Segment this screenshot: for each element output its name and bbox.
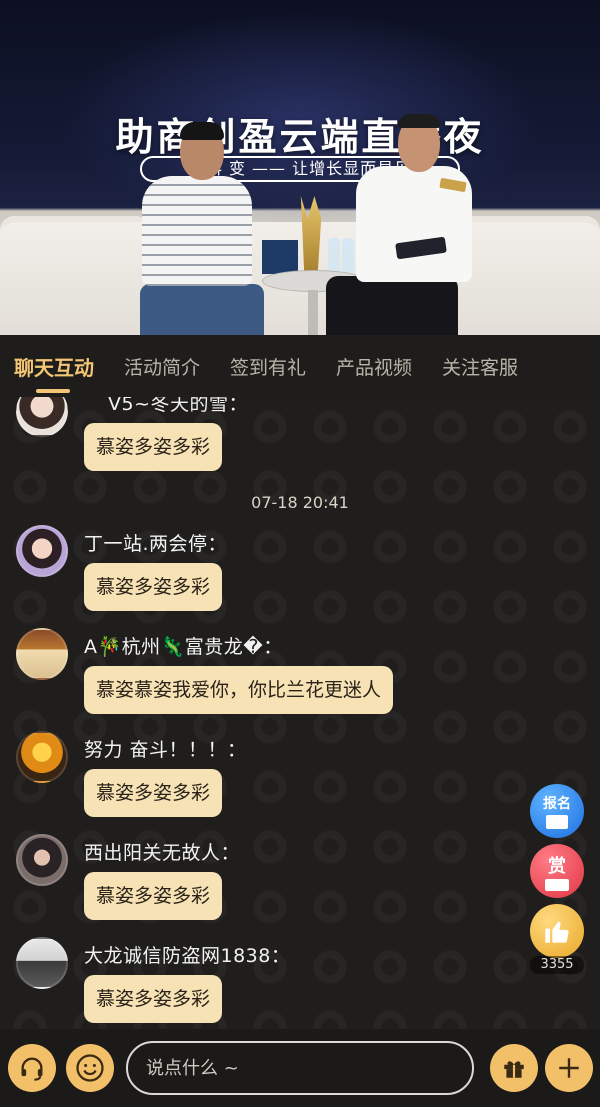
stage-banner-title: 助商创盈云端直播夜: [115, 115, 485, 159]
form-icon: [546, 815, 568, 829]
chat-bubble: 慕姿多姿多彩: [84, 769, 223, 817]
chat-input[interactable]: [126, 1041, 474, 1095]
bottom-input-bar: [0, 1029, 600, 1107]
chat-bubble: 慕姿多姿多彩: [84, 423, 223, 471]
signup-label: 报名: [543, 796, 571, 812]
chat-nickname: 西出阳关无故人：: [84, 842, 241, 864]
chat-nickname: V5~冬天的雪：: [108, 397, 249, 415]
reward-label: 赏: [548, 855, 566, 877]
headset-icon: [21, 1057, 43, 1081]
tab-active-indicator: [36, 389, 70, 393]
chat-nickname: A🎋杭州🦎富贵龙�：: [84, 636, 283, 658]
user-avatar[interactable]: [16, 834, 68, 886]
tab-chat[interactable]: 聊天互动: [14, 352, 94, 381]
smiley-icon: [76, 1054, 104, 1082]
gift-icon: [504, 1061, 524, 1078]
user-avatar[interactable]: [16, 937, 68, 989]
customer-service-button[interactable]: [8, 1044, 56, 1092]
tab-follow-service[interactable]: 关注客服: [442, 353, 518, 380]
chat-bubble: 慕姿多姿多彩: [84, 975, 223, 1023]
live-video-player[interactable]: 助商创盈云端直播夜 盈科 变 —— 让增长显而易见: [0, 0, 600, 335]
chat-list[interactable]: V5~冬天的雪： 慕姿多姿多彩 07-18 20:41 丁一站.两会停： 慕姿多…: [0, 397, 600, 1029]
gift-button[interactable]: [490, 1044, 538, 1092]
chat-bubble: 慕姿慕姿我爱你，你比兰花更迷人: [84, 666, 394, 714]
coffee-table-leg: [308, 290, 318, 335]
more-button[interactable]: [545, 1044, 593, 1092]
guest-hair: [180, 122, 224, 140]
like-count: 3355: [530, 956, 584, 974]
display-stand: [262, 240, 298, 274]
chat-bubble: 慕姿多姿多彩: [84, 563, 223, 611]
chat-nickname: 大龙诚信防盗网1838：: [84, 945, 291, 967]
emoji-button[interactable]: [66, 1044, 114, 1092]
host-legs: [326, 276, 458, 335]
guest-shirt: [142, 176, 252, 286]
chat-nickname: 努力 奋斗！！！：: [84, 739, 247, 761]
host-hair: [398, 114, 440, 128]
gift-box-icon: [545, 878, 569, 891]
user-avatar[interactable]: [16, 525, 68, 577]
user-avatar[interactable]: [16, 397, 68, 437]
signup-button[interactable]: 报名: [530, 784, 584, 838]
tab-bar: 聊天互动 活动简介 签到有礼 产品视频 关注客服: [0, 335, 600, 397]
chat-timestamp: 07-18 20:41: [251, 493, 349, 512]
guest-legs: [140, 284, 264, 335]
thumbs-up-icon: [545, 921, 569, 943]
tab-checkin-gift[interactable]: 签到有礼: [230, 353, 306, 380]
like-button[interactable]: [530, 904, 584, 958]
reward-button[interactable]: 赏: [530, 844, 584, 898]
chat-nickname: 丁一站.两会停：: [84, 533, 228, 555]
tab-event-intro[interactable]: 活动简介: [124, 353, 200, 380]
user-avatar[interactable]: [16, 731, 68, 783]
chat-bubble: 慕姿多姿多彩: [84, 872, 223, 920]
tab-product-video[interactable]: 产品视频: [336, 353, 412, 380]
plus-icon: [559, 1058, 579, 1078]
user-avatar[interactable]: [16, 628, 68, 680]
